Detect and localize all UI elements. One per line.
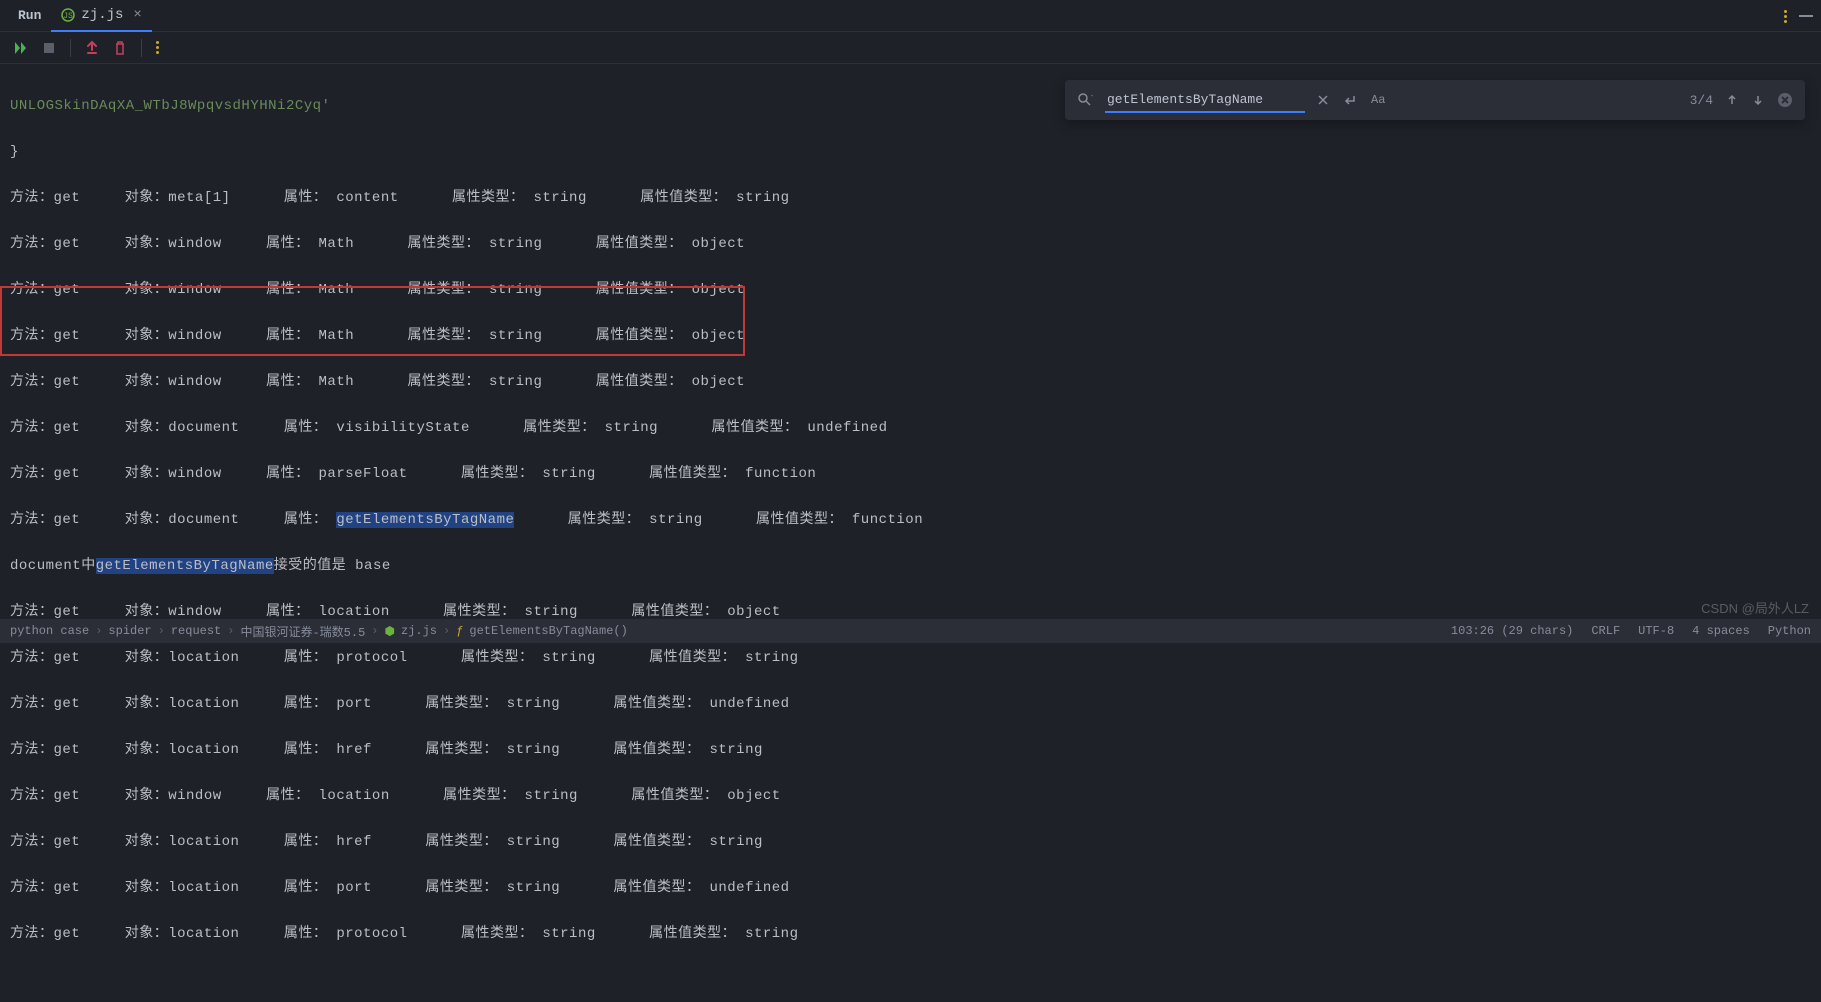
new-line-icon[interactable] — [1341, 91, 1359, 109]
next-match-icon[interactable] — [1749, 91, 1767, 109]
run-toolbar — [0, 32, 1821, 64]
console-line: 方法：get 对象：window 属性： Math 属性类型： string 属… — [10, 371, 1811, 394]
rerun-button[interactable] — [12, 40, 28, 56]
breadcrumb-item[interactable]: getElementsByTagName() — [469, 624, 627, 638]
toolbar-divider — [141, 39, 142, 57]
window-controls — [1784, 0, 1813, 32]
file-encoding[interactable]: UTF-8 — [1638, 624, 1674, 638]
toolbar-divider — [70, 39, 71, 57]
match-count: 3/4 — [1690, 93, 1713, 108]
more-options-icon[interactable] — [156, 41, 159, 54]
console-line: 方法：get 对象：window 属性： Math 属性类型： string 属… — [10, 233, 1811, 256]
console-line: 方法：get 对象：window 属性： location 属性类型： stri… — [10, 785, 1811, 808]
close-icon[interactable]: × — [129, 7, 141, 23]
svg-text:-: - — [1090, 93, 1093, 101]
cursor-position[interactable]: 103:26 (29 chars) — [1451, 624, 1573, 638]
console-line: } — [10, 141, 1811, 164]
function-icon: ƒ — [456, 624, 463, 638]
console-line: 方法：get 对象：location 属性： href 属性类型： string… — [10, 739, 1811, 762]
console-line: 方法：get 对象：window 属性： Math 属性类型： string 属… — [10, 325, 1811, 348]
console-line: 方法：get 对象：meta[1] 属性： content 属性类型： stri… — [10, 187, 1811, 210]
watermark: CSDN @局外人LZ — [1701, 598, 1809, 617]
search-highlight: getElementsByTagName — [336, 512, 514, 528]
console-line: 方法：get 对象：location 属性： port 属性类型： string… — [10, 693, 1811, 716]
js-file-icon: ⬢ — [384, 624, 394, 639]
console-output[interactable]: UNLOGSkinDAqXA_WTbJ8WpqvsdHYHNi2Cyq' } 方… — [0, 64, 1821, 1002]
chevron-right-icon: › — [95, 624, 102, 638]
breadcrumb-item[interactable]: request — [171, 624, 221, 638]
console-line: 方法：get 对象：location 属性： protocol 属性类型： st… — [10, 923, 1811, 946]
chevron-right-icon: › — [227, 624, 234, 638]
search-input[interactable] — [1105, 88, 1305, 113]
stop-button[interactable] — [42, 41, 56, 55]
scroll-to-end-button[interactable] — [85, 40, 99, 56]
clear-search-icon[interactable] — [1315, 92, 1331, 108]
match-case-button[interactable]: Aa — [1369, 91, 1387, 109]
console-line: 方法：get 对象：document 属性： getElementsByTagN… — [10, 509, 1811, 532]
language-mode[interactable]: Python — [1768, 624, 1811, 638]
indent-setting[interactable]: 4 spaces — [1692, 624, 1750, 638]
console-line: 方法：get 对象：document 属性： visibilityState 属… — [10, 417, 1811, 440]
run-tool-window-label[interactable]: Run — [8, 8, 51, 23]
breadcrumb-item[interactable]: 中国银河证券-瑞数5.5 — [240, 623, 365, 640]
status-bar: python case › spider › request › 中国银河证券-… — [0, 619, 1821, 643]
search-highlight: getElementsByTagName — [96, 558, 274, 574]
more-vertical-icon[interactable] — [1784, 10, 1787, 23]
search-icon[interactable]: - — [1075, 90, 1095, 110]
line-ending[interactable]: CRLF — [1591, 624, 1620, 638]
tab-filename: zj.js — [81, 7, 123, 23]
find-panel: - Aa 3/4 — [1065, 80, 1805, 120]
breadcrumb[interactable]: python case › spider › request › 中国银河证券-… — [10, 623, 1451, 640]
chevron-right-icon: › — [158, 624, 165, 638]
chevron-right-icon: › — [371, 624, 378, 638]
chevron-right-icon: › — [443, 624, 450, 638]
tab-bar: Run JS zj.js × — [0, 0, 1821, 32]
svg-text:JS: JS — [64, 12, 74, 21]
find-nav — [1723, 90, 1795, 110]
file-tab[interactable]: JS zj.js × — [51, 0, 151, 32]
clear-all-button[interactable] — [113, 40, 127, 56]
console-line: 方法：get 对象：location 属性： protocol 属性类型： st… — [10, 647, 1811, 670]
prev-match-icon[interactable] — [1723, 91, 1741, 109]
breadcrumb-item[interactable]: zj.js — [401, 624, 437, 638]
console-line: document中getElementsByTagName接受的值是 base — [10, 555, 1811, 578]
breadcrumb-item[interactable]: spider — [108, 624, 151, 638]
console-line: 方法：get 对象：location 属性： port 属性类型： string… — [10, 877, 1811, 900]
console-line: 方法：get 对象：window 属性： parseFloat 属性类型： st… — [10, 463, 1811, 486]
breadcrumb-item[interactable]: python case — [10, 624, 89, 638]
close-find-icon[interactable] — [1775, 90, 1795, 110]
console-line: 方法：get 对象：location 属性： href 属性类型： string… — [10, 831, 1811, 854]
console-line: 方法：get 对象：window 属性： Math 属性类型： string 属… — [10, 279, 1811, 302]
js-file-icon: JS — [61, 8, 75, 22]
minimize-icon[interactable] — [1799, 15, 1813, 17]
status-right: 103:26 (29 chars) CRLF UTF-8 4 spaces Py… — [1451, 624, 1811, 638]
